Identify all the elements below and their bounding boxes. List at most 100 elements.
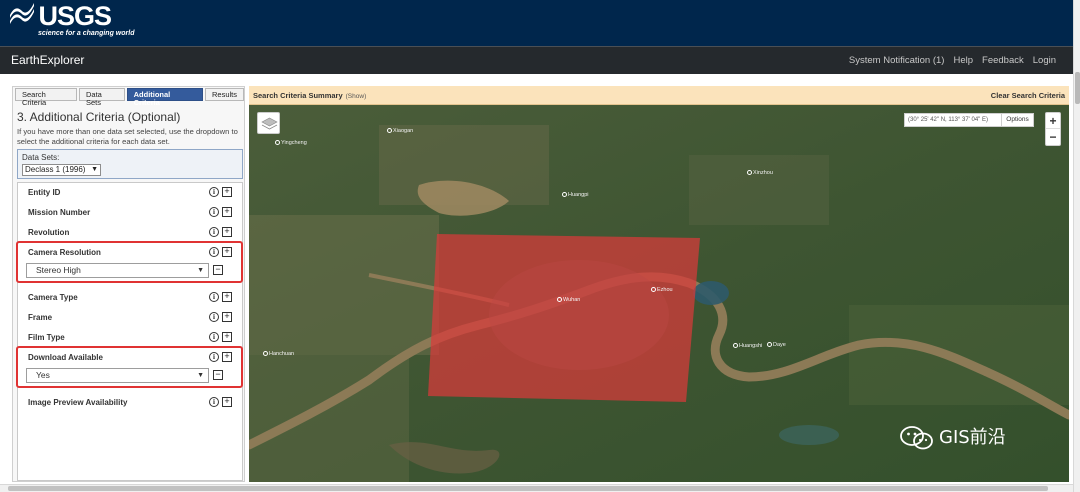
map-layers-button[interactable] <box>257 112 280 134</box>
camera-resolution-value: Stereo High <box>36 265 81 275</box>
city-label: Wuhan <box>557 297 580 303</box>
city-label: Daye <box>767 342 786 348</box>
top-nav: System Notification (1) Help Feedback Lo… <box>849 55 1056 66</box>
zoom-control: + − <box>1045 112 1061 146</box>
nav-login[interactable]: Login <box>1033 55 1056 66</box>
map-options-button[interactable]: Options <box>1001 113 1034 127</box>
criteria-row-film-type: Film Type i + <box>18 328 242 348</box>
criteria-row-frame: Frame i + <box>18 308 242 328</box>
wechat-icon <box>900 426 933 450</box>
horizontal-scrollbar[interactable] <box>0 484 1073 492</box>
step-title: 3. Additional Criteria (Optional) <box>17 110 181 124</box>
city-label: Xiaogan <box>387 128 413 134</box>
expand-plus-icon[interactable]: + <box>222 332 232 342</box>
usgs-tagline: science for a changing world <box>38 30 135 37</box>
criteria-panel: Search Criteria Data Sets Additional Cri… <box>12 86 245 482</box>
clear-search-criteria-link[interactable]: Clear Search Criteria <box>991 91 1065 100</box>
download-available-value: Yes <box>36 370 50 380</box>
nav-system-notification[interactable]: System Notification (1) <box>849 55 945 66</box>
criteria-row-revolution: Revolution i + <box>18 223 242 243</box>
criteria-label: Download Available <box>28 353 103 362</box>
info-icon[interactable]: i <box>209 352 219 362</box>
criteria-row-camera-resolution: Camera Resolution i + <box>18 243 242 263</box>
city-label: Huangshi <box>733 343 762 349</box>
map-area: Search Criteria Summary (Show) Clear Sear… <box>249 86 1069 482</box>
scrollbar-thumb[interactable] <box>8 486 1048 491</box>
remove-minus-icon[interactable]: − <box>213 370 223 380</box>
vertical-scrollbar[interactable] <box>1073 0 1080 492</box>
info-icon[interactable]: i <box>209 227 219 237</box>
criteria-label: Image Preview Availability <box>28 398 128 407</box>
usgs-header: USGS science for a changing world <box>0 0 1076 46</box>
criteria-label: Frame <box>28 313 53 322</box>
expand-plus-icon[interactable]: + <box>222 397 232 407</box>
chevron-down-icon: ▼ <box>197 372 204 379</box>
layers-icon <box>261 117 278 130</box>
step-help-text: If you have more than one data set selec… <box>17 127 238 146</box>
city-label: Hanchuan <box>263 351 294 357</box>
nav-feedback[interactable]: Feedback <box>982 55 1024 66</box>
dataset-select[interactable]: Declass 1 (1996) ▼ <box>22 164 101 176</box>
tab-search-criteria[interactable]: Search Criteria <box>15 88 77 107</box>
info-icon[interactable]: i <box>209 312 219 322</box>
criteria-row-image-preview: Image Preview Availability i + <box>18 393 242 413</box>
camera-resolution-select[interactable]: Stereo High ▼ <box>26 263 209 278</box>
criteria-row-entity-id: Entity ID i + <box>18 183 242 203</box>
app-title[interactable]: EarthExplorer <box>11 53 84 67</box>
expand-plus-icon[interactable]: + <box>222 312 232 322</box>
criteria-row-download-available: Download Available i + <box>18 348 242 368</box>
wechat-watermark: GIS前沿 <box>899 423 1006 451</box>
expand-plus-icon[interactable]: + <box>222 227 232 237</box>
chevron-down-icon: ▼ <box>197 267 204 274</box>
scrollbar-thumb[interactable] <box>1075 72 1080 104</box>
datasets-label: Data Sets: <box>22 153 60 162</box>
info-icon[interactable]: i <box>209 187 219 197</box>
criteria-label: Mission Number <box>28 208 91 217</box>
criteria-list: Entity ID i + Mission Number i + Revolut… <box>16 182 243 481</box>
usgs-wordmark: USGS <box>38 1 112 31</box>
criteria-label: Revolution <box>28 228 70 237</box>
chevron-down-icon: ▼ <box>91 166 98 173</box>
dataset-select-value: Declass 1 (1996) <box>25 165 86 174</box>
usgs-logo[interactable]: USGS science for a changing world <box>10 1 134 37</box>
criteria-label: Film Type <box>28 333 65 342</box>
tab-additional-criteria[interactable]: Additional Criteria <box>126 88 203 107</box>
dataset-selector-box: Data Sets: Declass 1 (1996) ▼ <box>17 149 243 179</box>
criteria-label: Camera Type <box>28 293 78 302</box>
download-available-select[interactable]: Yes ▼ <box>26 368 209 383</box>
watermark-text: GIS前沿 <box>939 427 1006 448</box>
expand-plus-icon[interactable]: + <box>222 352 232 362</box>
city-label: Ezhou <box>651 287 673 293</box>
zoom-out-button[interactable]: − <box>1046 129 1060 145</box>
area-of-interest-polygon <box>428 234 700 402</box>
usgs-wave-icon <box>10 3 34 24</box>
criteria-label: Camera Resolution <box>28 248 101 257</box>
app-bar: EarthExplorer System Notification (1) He… <box>0 46 1076 74</box>
satellite-map[interactable]: (30° 25' 42" N, 113° 37' 04" E) Options … <box>249 105 1069 482</box>
city-label: Xinzhou <box>747 170 773 176</box>
city-label: Yingcheng <box>275 140 307 146</box>
criteria-label: Entity ID <box>28 188 61 197</box>
tab-results[interactable]: Results <box>204 88 244 101</box>
criteria-row-mission-number: Mission Number i + <box>18 203 242 223</box>
info-icon[interactable]: i <box>209 332 219 342</box>
summary-title: Search Criteria Summary (Show) <box>253 91 367 100</box>
panel-tabs: Search Criteria Data Sets Additional Cri… <box>15 88 244 107</box>
info-icon[interactable]: i <box>209 397 219 407</box>
city-label: Huangpi <box>562 192 589 198</box>
expand-plus-icon[interactable]: + <box>222 207 232 217</box>
criteria-row-camera-type: Camera Type i + <box>18 288 242 308</box>
info-icon[interactable]: i <box>209 207 219 217</box>
expand-plus-icon[interactable]: + <box>222 187 232 197</box>
expand-plus-icon[interactable]: + <box>222 292 232 302</box>
zoom-in-button[interactable]: + <box>1046 113 1060 129</box>
summary-show-link[interactable]: (Show) <box>346 93 367 100</box>
expand-plus-icon[interactable]: + <box>222 247 232 257</box>
remove-minus-icon[interactable]: − <box>213 265 223 275</box>
tab-data-sets[interactable]: Data Sets <box>79 88 125 107</box>
nav-help[interactable]: Help <box>953 55 973 66</box>
search-summary-bar: Search Criteria Summary (Show) Clear Sear… <box>249 86 1069 105</box>
info-icon[interactable]: i <box>209 247 219 257</box>
info-icon[interactable]: i <box>209 292 219 302</box>
coordinate-readout: (30° 25' 42" N, 113° 37' 04" E) <box>904 113 1002 127</box>
